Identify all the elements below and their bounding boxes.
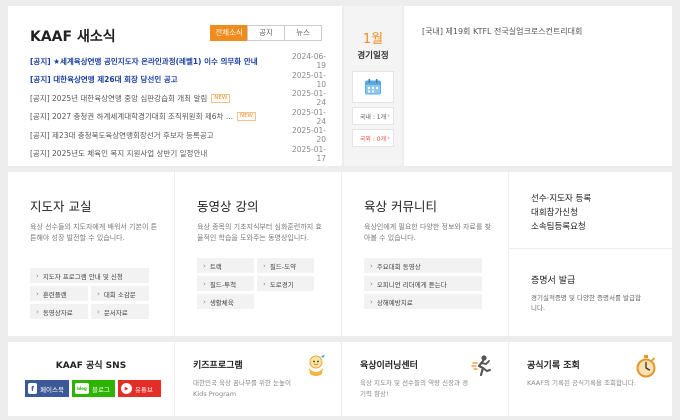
- news-item-title[interactable]: [공지] 2027 충청권 하계세계대학경기대회 조직위원회 제6차 ...: [30, 111, 233, 122]
- registration-links-box: 선수·지도자 등록 대회참가신청 소속팀등록요청: [509, 172, 672, 248]
- official-record-desc: KAAF의 기록된 공식기록을 조회합니다.: [527, 379, 636, 387]
- blog-label: 블로그: [92, 385, 110, 394]
- news-item-title[interactable]: [공지] 제23대 충청북도육상연맹회장선거 후보자 등록공고: [30, 130, 214, 141]
- field-jump-button[interactable]: 필드-도약: [257, 258, 314, 273]
- lifestyle-sports-button[interactable]: 생활체육: [197, 294, 254, 309]
- elearning-desc: 육상 지도자 및 선수들의 역량 신장과 경기력 향상!: [360, 379, 469, 398]
- event-item[interactable]: [국내] 제19회 KTFL 전국실업크로스컨트리대회: [422, 26, 582, 37]
- video-material-button[interactable]: 동영상자료: [30, 304, 88, 319]
- calendar-month: 1월: [362, 32, 384, 47]
- training-plan-button[interactable]: 훈련플랜: [30, 286, 88, 301]
- facebook-icon: f: [28, 383, 38, 394]
- news-item[interactable]: [공지] 2025년도 체육인 복지 지원사업 상반기 일정안내 2025-01…: [30, 145, 326, 164]
- elearning-title: 육상이러닝센터: [360, 361, 418, 371]
- official-record-box[interactable]: 공식기록 조회 KAAF의 기록된 공식기록을 조회합니다.: [509, 342, 672, 416]
- community-title: 육상 커뮤니티: [364, 199, 437, 214]
- tab-notice[interactable]: 공지: [247, 25, 285, 41]
- certificate-box[interactable]: 증명서 발급 경기실적증명 및 다양한 증명서를 발급합니다.: [509, 249, 672, 336]
- sns-title: KAAF 공식 SNS: [55, 361, 127, 371]
- news-item-title[interactable]: [공지] 대한육상연맹 제26대 회장 당선인 공고: [30, 74, 178, 85]
- document-material-button[interactable]: 문서자료: [91, 304, 149, 319]
- tab-all-news[interactable]: 전체소식: [210, 25, 248, 41]
- team-registration-request-link[interactable]: 소속팀등록요청: [531, 220, 591, 234]
- video-lecture-buttons: 트랙 필드-도약 필드-투척 도로경기 생활체육: [197, 258, 314, 309]
- competition-entry-link[interactable]: 대회참가신청: [531, 206, 591, 220]
- blog-button[interactable]: blog 블로그: [72, 380, 115, 397]
- video-lecture-box: 동영상 강의 육상 종목의 기초지식부터 심화훈련까지 효율적인 학습을 도와주…: [175, 172, 341, 336]
- kids-program-box[interactable]: 키즈프로그램 대한민국 육상 꿈나무를 위한 눈높이 Kids Program: [175, 342, 341, 416]
- competition-review-button[interactable]: 대회 소감문: [91, 286, 149, 301]
- new-badge: NEW: [211, 93, 231, 103]
- community-box: 육상 커뮤니티 육상인에게 필요한 다양한 정보와 자료를 찾아볼 수 있습니다…: [342, 172, 508, 336]
- facebook-label: 페이스북: [40, 385, 64, 394]
- calendar-label: 경기일정: [357, 51, 389, 61]
- news-item[interactable]: [공지] 대한육상연맹 제26대 회장 당선인 공고 2025-01-10: [30, 71, 326, 90]
- news-item-date: 2025-01-24: [291, 89, 326, 108]
- domestic-count: 국내 : 1개: [359, 113, 387, 121]
- facebook-button[interactable]: f 페이스북: [25, 380, 69, 397]
- elearning-box[interactable]: 육상이러닝센터 육상 지도자 및 선수들의 역량 신장과 경기력 향상!: [342, 342, 508, 416]
- youtube-icon: ▶: [121, 383, 132, 394]
- news-item[interactable]: [공지] 제23대 충청북도육상연맹회장선거 후보자 등록공고 2025-01-…: [30, 126, 326, 145]
- sns-buttons: f 페이스북 blog 블로그 ▶ 유튜브: [25, 380, 161, 397]
- official-record-title: 공식기록 조회: [527, 361, 580, 371]
- certificate-desc: 경기실적증명 및 다양한 증명서를 발급합니다.: [531, 294, 641, 312]
- teacher-class-desc: 육상 선수들의 지도자에게 배워서 기본이 튼튼해야 성장 발전할 수 있습니다…: [30, 223, 158, 242]
- news-item-date: 2025-01-10: [291, 70, 326, 89]
- domestic-count-button[interactable]: 국내 : 1개 ›: [352, 107, 394, 125]
- chevron-right-icon: ›: [387, 112, 390, 120]
- registration-links: 선수·지도자 등록 대회참가신청 소속팀등록요청: [531, 192, 591, 234]
- news-item-date: 2025-01-17: [291, 144, 326, 163]
- tab-news[interactable]: 뉴스: [284, 25, 322, 41]
- stopwatch-icon: [636, 355, 656, 378]
- video-lecture-desc: 육상 종목의 기초지식부터 심화훈련까지 효율적인 학습을 도와주는 동영상입니…: [197, 223, 322, 242]
- news-item-date: 2025-01-20: [291, 126, 326, 145]
- teacher-class-buttons: 지도자 프로그램 안내 및 신청 훈련플랜 대회 소감문 동영상자료 문서자료: [30, 268, 149, 319]
- news-panel: KAAF 새소식 전체소식 공지 뉴스 [공지] ★세계육상연맹 공인지도자 온…: [8, 6, 342, 166]
- event-panel: [국내] 제19회 KTFL 전국실업크로스컨트리대회: [404, 6, 672, 166]
- chevron-right-icon: ›: [387, 134, 390, 142]
- news-item-title[interactable]: [공지] 2025년 대한육상연맹 중앙 심판강습회 개최 알림: [30, 93, 207, 104]
- certificate-title: 증명서 발급: [531, 276, 576, 286]
- runner-icon: [471, 355, 491, 377]
- news-item[interactable]: [공지] ★세계육상연맹 공인지도자 온라인과정(레벨1) 이수 의무화 안내 …: [30, 52, 326, 71]
- kids-mascot-icon: [309, 355, 325, 376]
- teacher-class-box: 지도자 교실 육상 선수들의 지도자에게 배워서 기본이 튼튼해야 성장 발전할…: [8, 172, 174, 336]
- news-item[interactable]: [공지] 2025년 대한육상연맹 중앙 심판강습회 개최 알림 NEW 2025…: [30, 89, 326, 108]
- road-race-button[interactable]: 도로경기: [257, 276, 314, 291]
- news-item-title[interactable]: [공지] ★세계육상연맹 공인지도자 온라인과정(레벨1) 이수 의무화 안내: [30, 56, 258, 67]
- youtube-button[interactable]: ▶ 유튜브: [118, 380, 161, 397]
- calendar-button[interactable]: [352, 71, 394, 103]
- news-tabs: 전체소식 공지 뉴스: [210, 25, 322, 41]
- video-lecture-title: 동영상 강의: [197, 199, 259, 214]
- schedule-calendar: 1월 경기일정 국내 : 1개 › 국외 : 0개 ›: [344, 6, 402, 166]
- international-count-button[interactable]: 국외 : 0개 ›: [352, 129, 394, 147]
- news-item[interactable]: [공지] 2027 충청권 하계세계대학경기대회 조직위원회 제6차 ... NE…: [30, 108, 326, 127]
- news-list: [공지] ★세계육상연맹 공인지도자 온라인과정(레벨1) 이수 의무화 안내 …: [30, 52, 326, 163]
- field-throw-button[interactable]: 필드-투척: [197, 276, 254, 291]
- blog-icon: blog: [75, 383, 89, 394]
- youtube-label: 유튜브: [135, 385, 153, 394]
- new-badge: NEW: [236, 112, 256, 122]
- news-item-date: 2024-06-19: [291, 52, 326, 71]
- community-desc: 육상인에게 필요한 다양한 정보와 자료를 찾아볼 수 있습니다.: [364, 223, 492, 242]
- kids-program-title: 키즈프로그램: [193, 361, 243, 371]
- community-buttons: 주요대회 동영상 오피니언 리더에게 듣는다 상해예방치료: [364, 258, 482, 309]
- teacher-class-title: 지도자 교실: [30, 199, 92, 214]
- international-count: 국외 : 0개: [359, 135, 387, 143]
- injury-prevention-button[interactable]: 상해예방치료: [364, 294, 482, 309]
- major-competition-video-button[interactable]: 주요대회 동영상: [364, 258, 482, 273]
- athlete-coach-registration-link[interactable]: 선수·지도자 등록: [531, 192, 591, 206]
- news-item-date: 2025-01-24: [291, 107, 326, 126]
- track-button[interactable]: 트랙: [197, 258, 254, 273]
- news-title: KAAF 새소식: [30, 29, 116, 45]
- news-item-title[interactable]: [공지] 2025년도 체육인 복지 지원사업 상반기 일정안내: [30, 148, 207, 159]
- kids-program-desc: 대한민국 육상 꿈나무를 위한 눈높이 Kids Program: [193, 379, 291, 398]
- sns-box: KAAF 공식 SNS f 페이스북 blog 블로그 ▶ 유튜브: [8, 342, 174, 416]
- calendar-icon: [365, 79, 381, 95]
- teacher-program-button[interactable]: 지도자 프로그램 안내 및 신청: [30, 268, 149, 283]
- opinion-leader-button[interactable]: 오피니언 리더에게 듣는다: [364, 276, 482, 291]
